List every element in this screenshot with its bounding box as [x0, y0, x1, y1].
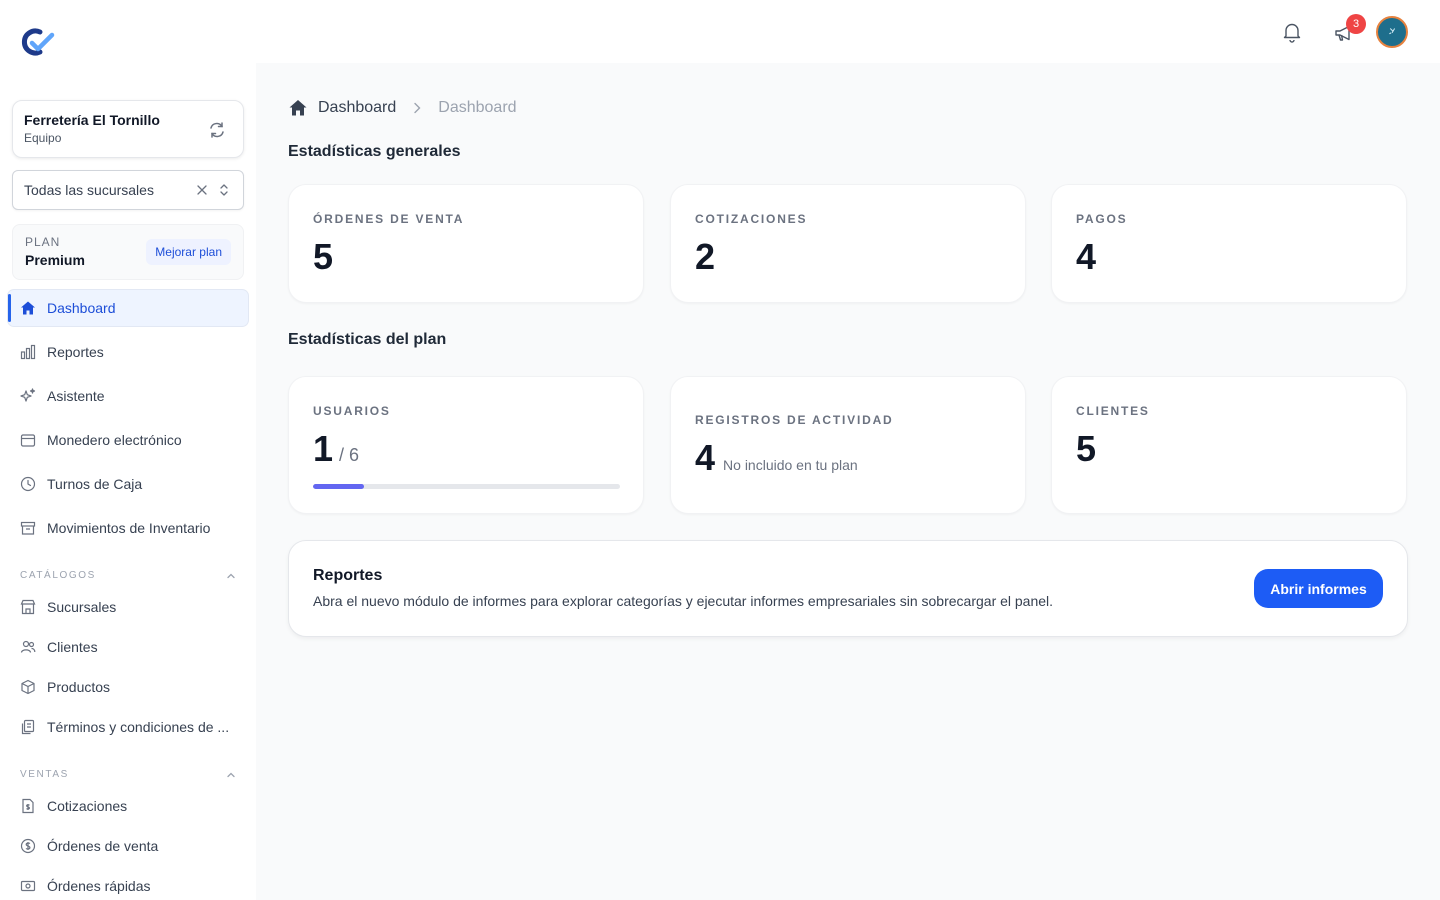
nav-item-movimientos-inventario[interactable]: Movimientos de Inventario: [8, 510, 248, 546]
organization-card[interactable]: Ferretería El Tornillo Equipo: [12, 100, 244, 158]
wallet-icon: [20, 434, 36, 447]
stat-value: 5: [1076, 428, 1097, 469]
section-heading: VENTAS: [20, 769, 69, 780]
stat-label: COTIZACIONES: [695, 212, 808, 226]
nav-label: Movimientos de Inventario: [47, 520, 211, 536]
branch-select[interactable]: Todas las sucursales: [12, 170, 244, 210]
stat-label: ÓRDENES DE VENTA: [313, 212, 465, 226]
nav-label: Cotizaciones: [47, 798, 128, 814]
nav-item-asistente[interactable]: Asistente: [8, 378, 248, 414]
stat-card-clients: CLIENTES 5: [1051, 376, 1407, 514]
nav-label: Monedero electrónico: [47, 432, 182, 448]
nav-item-clientes[interactable]: Clientes: [8, 629, 248, 665]
stat-card-activity-logs: REGISTROS DE ACTIVIDAD 4 No incluido en t…: [670, 376, 1026, 514]
stat-card-payments: PAGOS 4: [1051, 184, 1407, 303]
activity-note: No incluido en tu plan: [723, 457, 858, 473]
upgrade-plan-button[interactable]: Mejorar plan: [146, 239, 231, 265]
archive-icon: [20, 521, 36, 535]
open-reports-button[interactable]: Abrir informes: [1254, 569, 1383, 608]
stat-value: 4 No incluido en tu plan: [695, 437, 1001, 479]
switch-org-icon[interactable]: [207, 120, 227, 140]
sidebar: Ferretería El Tornillo Equipo Todas las …: [0, 0, 256, 900]
breadcrumb-current: Dashboard: [438, 99, 517, 116]
general-stats-title: Estadísticas generales: [288, 143, 461, 160]
users-count: 1: [313, 428, 334, 469]
users-progress-fill: [313, 484, 365, 489]
clock-icon: [20, 476, 36, 492]
topbar: [256, 0, 1440, 63]
nav-item-ordenes-venta[interactable]: Órdenes de venta: [8, 828, 248, 864]
section-heading: CATÁLOGOS: [20, 570, 96, 581]
stat-label: PAGOS: [1076, 212, 1128, 226]
documents-icon: [21, 719, 35, 735]
store-icon: [20, 599, 36, 615]
reports-card: Reportes Abra el nuevo módulo de informe…: [288, 540, 1408, 637]
stat-value: 1/ 6: [313, 428, 619, 470]
nav-label: Productos: [47, 679, 111, 695]
chevron-up-down-icon: [220, 184, 228, 196]
chevron-up-icon: [227, 573, 235, 578]
chevron-right-icon: [414, 102, 421, 114]
document-dollar-icon: [22, 798, 34, 814]
stat-value: 2: [695, 236, 716, 277]
users-limit: / 6: [339, 445, 360, 465]
app-logo[interactable]: [18, 26, 58, 58]
cube-icon: [21, 679, 35, 695]
activity-count: 4: [695, 437, 716, 478]
nav-item-productos[interactable]: Productos: [8, 669, 248, 705]
home-icon: [21, 301, 35, 315]
stat-label: USUARIOS: [313, 404, 391, 418]
nav-item-terminos[interactable]: Términos y condiciones de ...: [8, 709, 248, 745]
section-ventas[interactable]: VENTAS: [20, 769, 236, 780]
sparkles-icon: [20, 388, 36, 402]
stat-label: REGISTROS DE ACTIVIDAD: [695, 413, 894, 427]
plan-stats-title: Estadísticas del plan: [288, 331, 447, 348]
stat-label: CLIENTES: [1076, 404, 1150, 418]
nav-item-sucursales[interactable]: Sucursales: [8, 589, 248, 625]
reports-description: Abra el nuevo módulo de informes para ex…: [313, 593, 1054, 609]
stat-value: 5: [313, 236, 334, 277]
org-name: Ferretería El Tornillo: [24, 112, 160, 128]
nav-item-turnos-caja[interactable]: Turnos de Caja: [8, 466, 248, 502]
stat-value: 4: [1076, 236, 1097, 277]
stat-card-quotes: COTIZACIONES 2: [670, 184, 1026, 303]
nav-label: Asistente: [47, 388, 105, 404]
notification-badge: 3: [1346, 14, 1366, 34]
nav-label: Órdenes de venta: [47, 838, 159, 854]
avatar-pattern-icon: [1389, 28, 1396, 35]
nav-item-ordenes-rapidas[interactable]: Órdenes rápidas: [8, 868, 248, 900]
breadcrumb-item[interactable]: Dashboard: [318, 99, 396, 117]
nav-label: Términos y condiciones de ...: [47, 719, 230, 735]
nav-label: Órdenes rápidas: [47, 878, 151, 894]
reports-title: Reportes: [313, 567, 383, 584]
users-icon: [20, 640, 36, 653]
cash-icon: [20, 880, 36, 892]
stat-card-users: USUARIOS 1/ 6: [288, 376, 644, 514]
clear-icon[interactable]: [195, 183, 209, 197]
nav-label: Sucursales: [47, 599, 117, 615]
nav-label: Reportes: [47, 344, 104, 360]
branch-select-value: Todas las sucursales: [24, 182, 154, 198]
nav-item-dashboard[interactable]: Dashboard: [8, 290, 248, 326]
stat-card-sales-orders: ÓRDENES DE VENTA 5: [288, 184, 644, 303]
nav-label: Turnos de Caja: [47, 476, 143, 492]
breadcrumb: Dashboard Dashboard: [288, 97, 517, 119]
home-icon[interactable]: [288, 98, 308, 118]
section-catalogos[interactable]: CATÁLOGOS: [20, 570, 236, 581]
users-progress-bar: [313, 484, 620, 489]
nav-item-cotizaciones[interactable]: Cotizaciones: [8, 788, 248, 824]
nav-item-reportes[interactable]: Reportes: [8, 334, 248, 370]
nav-label: Clientes: [47, 639, 98, 655]
org-subtitle: Equipo: [24, 131, 62, 145]
nav-label: Dashboard: [47, 300, 116, 316]
currency-dollar-icon: [20, 838, 36, 854]
plan-box: PLAN Premium Mejorar plan: [12, 224, 244, 280]
nav-item-monedero[interactable]: Monedero electrónico: [8, 422, 248, 458]
bar-chart-icon: [20, 344, 36, 360]
chevron-up-icon: [227, 772, 235, 777]
avatar[interactable]: [1376, 16, 1408, 48]
bell-icon[interactable]: [1281, 21, 1303, 43]
